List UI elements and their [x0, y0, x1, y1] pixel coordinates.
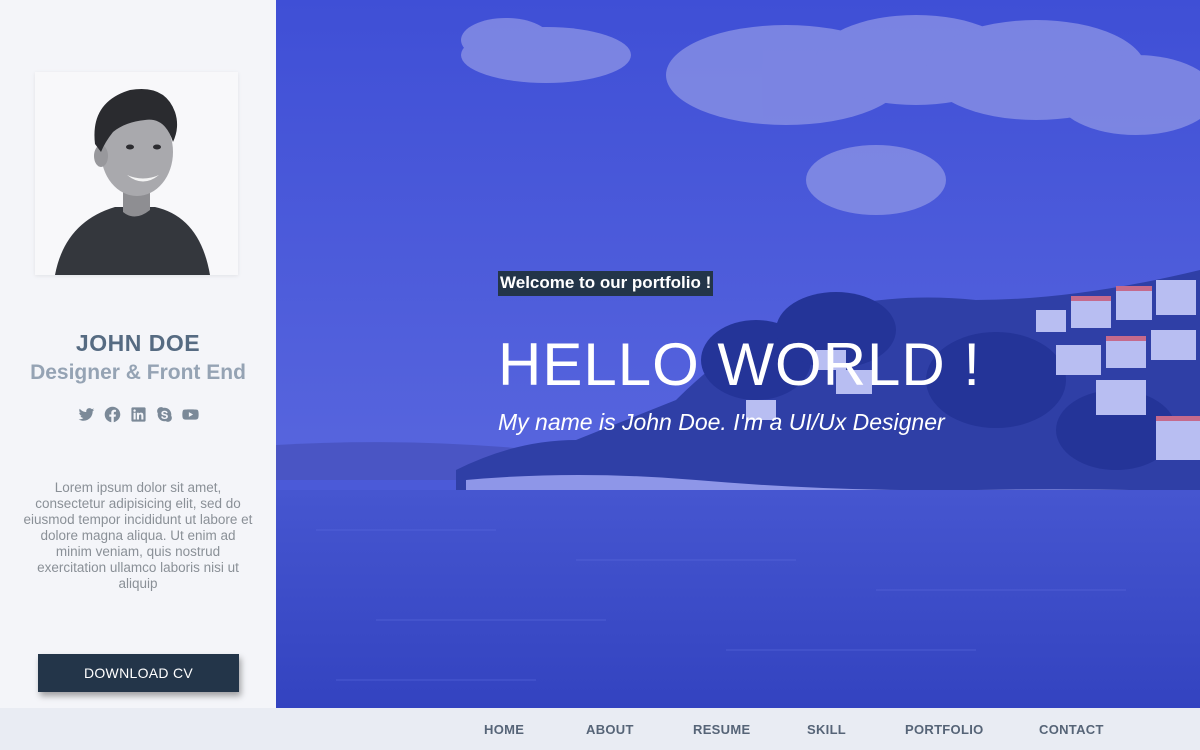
bottom-navigation: HOME ABOUT RESUME SKILL PORTFOLIO CONTAC…	[0, 708, 1200, 750]
facebook-icon[interactable]	[103, 405, 121, 423]
nav-home[interactable]: HOME	[484, 722, 524, 737]
nav-skill[interactable]: SKILL	[807, 722, 846, 737]
profile-sidebar: JOHN DOE Designer & Front End Lorem ipsu…	[0, 0, 276, 708]
social-links	[0, 405, 276, 423]
nav-portfolio[interactable]: PORTFOLIO	[905, 722, 984, 737]
download-cv-button[interactable]: DOWNLOAD CV	[38, 654, 239, 692]
profile-name: JOHN DOE	[75, 330, 201, 356]
skype-icon[interactable]	[155, 405, 173, 423]
profile-photo	[35, 72, 238, 275]
hero-tagline: My name is John Doe. I'm a UI/Ux Designe…	[498, 409, 945, 435]
twitter-icon[interactable]	[77, 405, 95, 423]
linkedin-icon[interactable]	[129, 405, 147, 423]
hero-banner: Welcome to our portfolio ! HELLO WORLD !…	[276, 0, 1200, 708]
nav-about[interactable]: ABOUT	[586, 722, 634, 737]
youtube-icon[interactable]	[181, 405, 199, 423]
nav-contact[interactable]: CONTACT	[1039, 722, 1104, 737]
profile-bio: Lorem ipsum dolor sit amet, consectetur …	[23, 480, 253, 591]
person-illustration	[35, 72, 238, 275]
nav-resume[interactable]: RESUME	[693, 722, 750, 737]
welcome-label: Welcome to our portfolio !	[498, 271, 714, 296]
profile-role: Designer & Front End	[30, 361, 246, 384]
hero-headline: HELLO WORLD !	[498, 331, 982, 398]
